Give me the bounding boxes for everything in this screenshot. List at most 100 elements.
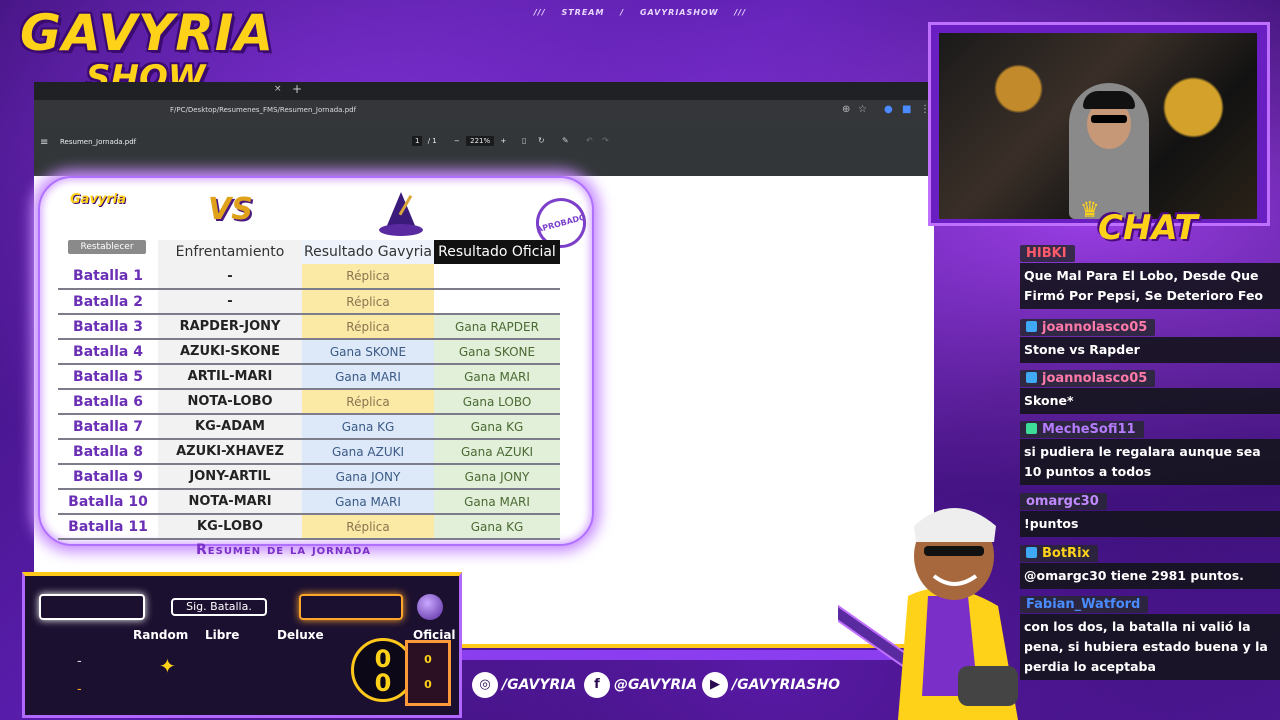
official-result: Gana JONY (434, 464, 560, 490)
youtube-link[interactable]: ▶ /GAVYRIASHO (702, 668, 840, 702)
battle-row: Batalla 11 KG-LOBO Réplica Gana KG (58, 514, 560, 540)
next-battle-button[interactable]: Sig. Batalla. (171, 598, 267, 616)
gavyria-result: Gana JONY (302, 464, 434, 490)
header-suffix: /// (734, 8, 747, 17)
battle-row: Batalla 9 JONY-ARTIL Gana JONY Gana JONY (58, 464, 560, 490)
user-badge-icon (1026, 423, 1037, 434)
matchup: AZUKI-XHAVEZ (158, 439, 302, 465)
chat-message: joannolasco05 Skone* (1020, 367, 1280, 414)
youtube-handle: /GAVYRIASHO (732, 677, 840, 693)
chat-username[interactable]: joannolasco05 (1020, 370, 1156, 387)
battle-number: Batalla 11 (58, 514, 158, 540)
webcam-frame (928, 22, 1270, 226)
url-text[interactable]: F/PC/Desktop/Resumenes_FMS/Resumen_Jorna… (170, 106, 356, 114)
col-enfrentamiento: Enfrentamiento (158, 240, 302, 264)
crown-icon: ♛ (1080, 198, 1100, 223)
close-tab-icon[interactable]: × (274, 84, 282, 94)
score-top: 0 (374, 645, 392, 673)
chat-text: con los dos, la batalla ni valió la pena… (1020, 614, 1280, 680)
oficial-top: 0 (424, 653, 432, 666)
page-total: / 1 (427, 137, 437, 145)
pdf-filename: Resumen_Jornada.pdf (60, 138, 137, 146)
header-sep: / (620, 8, 625, 17)
col-libre: Libre (205, 628, 240, 642)
fit-page-icon[interactable]: ▯ (522, 136, 526, 145)
webcam-feed (939, 33, 1257, 219)
battle-number: Batalla 4 (58, 339, 158, 365)
gavyria-mini-logo: Gavyria (70, 192, 127, 207)
official-result: Gana KG (434, 414, 560, 440)
gavyria-result: Réplica (302, 289, 434, 315)
zoom-icon[interactable]: ⊕ (842, 104, 850, 115)
primary-button[interactable] (39, 594, 145, 620)
battle-row: Batalla 10 NOTA-MARI Gana MARI Gana MARI (58, 489, 560, 515)
redo-icon[interactable]: ↷ (602, 136, 609, 145)
facebook-link[interactable]: f @GAVYRIA (584, 668, 697, 702)
gavyria-result: Gana MARI (302, 364, 434, 390)
user-badge-icon (1026, 321, 1037, 332)
battle-number: Batalla 8 (58, 439, 158, 465)
chat-username-text: MecheSofi11 (1042, 422, 1136, 437)
chat-username[interactable]: joannolasco05 (1020, 319, 1156, 336)
official-result: Gana MARI (434, 489, 560, 515)
address-bar[interactable]: F/PC/Desktop/Resumenes_FMS/Resumen_Jorna… (34, 100, 934, 122)
header-stream: STREAM (561, 8, 605, 17)
extension-icon[interactable]: ● (884, 104, 893, 115)
chat-username[interactable]: MecheSofi11 (1020, 421, 1144, 438)
matchup: ARTIL-MARI (158, 364, 302, 390)
gavyria-result: Réplica (302, 314, 434, 340)
zoom-input[interactable]: 221% (466, 136, 495, 146)
orb-button[interactable] (417, 594, 443, 620)
oficial-score-box: 0 0 (405, 640, 451, 706)
official-result: Gana LOBO (434, 389, 560, 415)
zoom-control: − 221% + (454, 136, 506, 146)
sparkle-icon: ✦ (159, 654, 176, 678)
chat-message: BotRix @omargc30 tiene 2981 puntos. (1020, 542, 1280, 589)
matchup: - (158, 289, 302, 315)
gavyria-result: Gana SKONE (302, 339, 434, 365)
matchup: - (158, 264, 302, 290)
instagram-link[interactable]: ◎ /GAVYRIA (472, 668, 576, 702)
mascot-character (838, 508, 1018, 720)
page-input[interactable]: 1 (412, 136, 423, 146)
logo-line1: GAVYRIA (20, 4, 275, 62)
battle-row: Batalla 1- Réplica (58, 264, 560, 290)
gavyria-result: Réplica (302, 389, 434, 415)
youtube-icon: ▶ (702, 672, 728, 698)
official-result: Gana KG (434, 514, 560, 540)
chat-text: !puntos (1020, 511, 1280, 537)
zoom-in-button[interactable]: + (500, 137, 506, 145)
hamburger-menu-icon[interactable]: ≡ (40, 137, 48, 148)
official-result: Gana MARI (434, 364, 560, 390)
zoom-out-button[interactable]: − (454, 137, 460, 145)
reset-button[interactable]: Restablecer (68, 240, 146, 254)
gavyria-result: Réplica (302, 264, 434, 290)
instagram-icon: ◎ (472, 672, 498, 698)
battle-number: Batalla 2 (58, 289, 158, 315)
col-deluxe: Deluxe (277, 628, 324, 642)
extension-icon[interactable]: ■ (902, 104, 911, 115)
chat-panel: HIBKI Que Mal Para El Lobo, Desde Que Fir… (1012, 236, 1280, 680)
annotate-icon[interactable]: ✎ (562, 136, 569, 145)
matchup: KG-ADAM (158, 414, 302, 440)
col-resultado-oficial: Resultado Oficial (434, 240, 560, 264)
chat-username[interactable]: HIBKI (1020, 245, 1075, 262)
chat-message: MecheSofi11 si pudiera le regalara aunque… (1020, 418, 1280, 485)
col-resultado-gavyria: Resultado Gavyria (302, 240, 434, 264)
new-tab-button[interactable]: + (292, 82, 302, 96)
gavyria-result: Gana AZUKI (302, 439, 434, 465)
chat-message: HIBKI Que Mal Para El Lobo, Desde Que Fir… (1020, 242, 1280, 309)
battle-control-panel: Sig. Batalla. Random Libre Deluxe Oficia… (22, 572, 462, 718)
bookmark-star-icon[interactable]: ☆ (858, 104, 867, 115)
chat-text: Stone vs Rapder (1020, 337, 1280, 363)
rotate-icon[interactable]: ↻ (538, 136, 545, 145)
chat-text: si pudiera le regalara aunque sea 10 pun… (1020, 439, 1280, 485)
undo-icon[interactable]: ↶ (586, 136, 593, 145)
summary-footer-title: Resumen de la jornada (196, 542, 372, 558)
tab-strip: × + (34, 82, 934, 100)
battle-row: Batalla 6 NOTA-LOBO Réplica Gana LOBO (58, 389, 560, 415)
battle-row: Batalla 7 KG-ADAM Gana KG Gana KG (58, 414, 560, 440)
gavyria-result: Réplica (302, 514, 434, 540)
orange-button[interactable] (299, 594, 403, 620)
battle-number: Batalla 1 (58, 264, 158, 290)
